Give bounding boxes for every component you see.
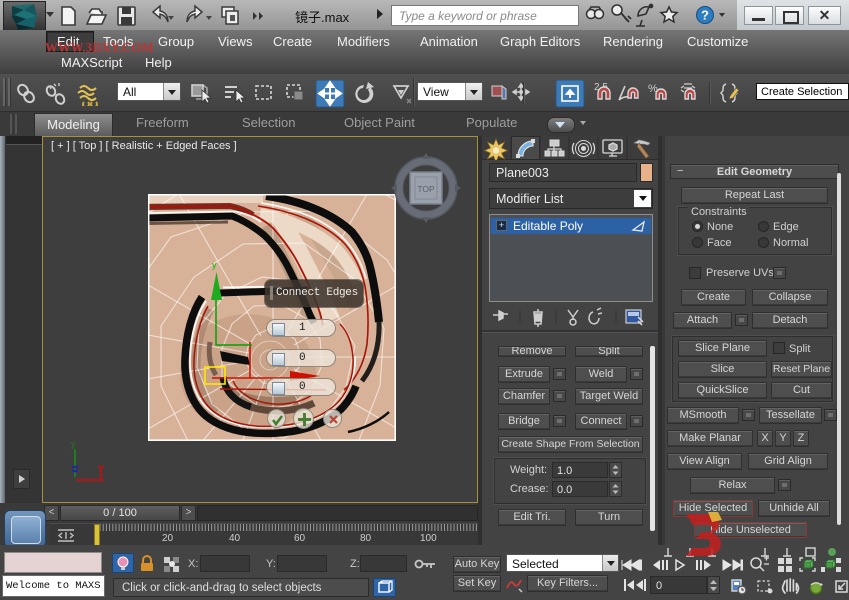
svg-text:y: y [71,439,76,449]
svg-text:y: y [212,260,217,270]
svg-text:?: ? [701,8,709,23]
svg-text:TOP: TOP [417,184,435,194]
